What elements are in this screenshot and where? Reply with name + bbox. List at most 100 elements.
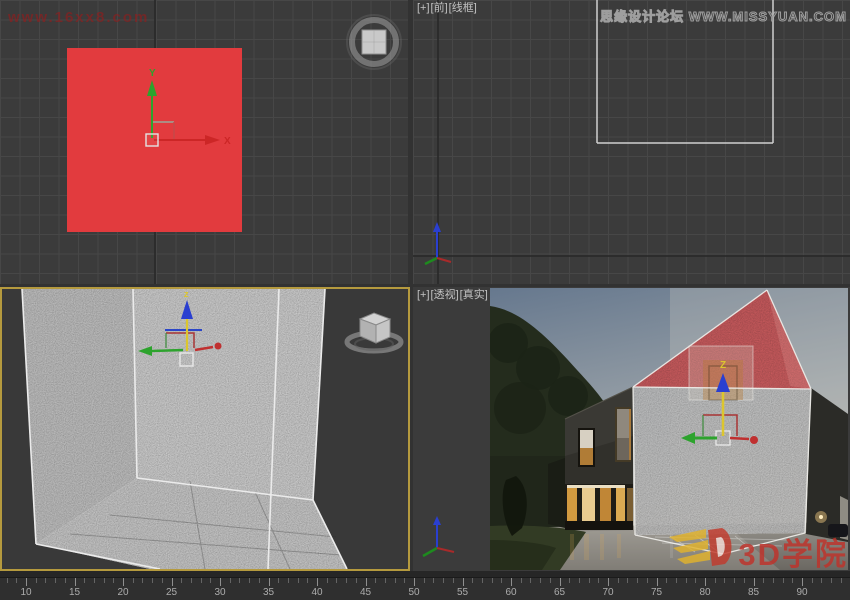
timeline-tick[interactable] — [65, 578, 66, 583]
timeline-tick[interactable] — [773, 578, 774, 583]
timeline-tick[interactable] — [550, 578, 551, 583]
timeline-tick[interactable] — [657, 578, 658, 586]
timeline-tick[interactable] — [94, 578, 95, 583]
x-axis-arrowhead[interactable] — [205, 135, 220, 145]
viewport-splitter-horizontal[interactable] — [0, 284, 850, 287]
timeline-tick[interactable] — [734, 578, 735, 583]
timeline-tick[interactable] — [239, 578, 240, 583]
timeline-tick[interactable] — [278, 578, 279, 583]
timeline-tick[interactable] — [744, 578, 745, 583]
timeline-tick[interactable] — [705, 578, 706, 586]
timeline-tick[interactable] — [104, 578, 105, 583]
timeline-tick[interactable] — [715, 578, 716, 583]
timeline-ruler[interactable]: 1015202530354045505560657075808590 — [0, 577, 850, 600]
timeline-tick[interactable] — [220, 578, 221, 586]
timeline-tick[interactable] — [191, 578, 192, 583]
timeline-tick[interactable] — [763, 578, 764, 583]
viewport-view-button[interactable]: [透视] — [431, 289, 459, 301]
timeline-tick[interactable] — [259, 578, 260, 583]
timeline-tick[interactable] — [482, 578, 483, 583]
timeline-tick[interactable] — [123, 578, 124, 586]
viewport-view-button[interactable]: [前] — [431, 2, 448, 14]
timeline-tick[interactable] — [133, 578, 134, 583]
timeline-tick[interactable] — [637, 578, 638, 583]
timeline-tick[interactable] — [55, 578, 56, 583]
viewport-menu-button[interactable]: [+] — [417, 2, 430, 14]
timeline-tick[interactable] — [666, 578, 667, 583]
timeline-tick[interactable] — [298, 578, 299, 583]
y-axis-shaft[interactable] — [730, 438, 749, 439]
timeline-tick[interactable] — [443, 578, 444, 583]
timeline-tick[interactable] — [589, 578, 590, 583]
timeline-tick[interactable] — [36, 578, 37, 583]
timeline-tick[interactable] — [841, 578, 842, 583]
timeline-tick[interactable] — [375, 578, 376, 583]
timeline-tick[interactable] — [724, 578, 725, 583]
timeline-tick[interactable] — [831, 578, 832, 583]
viewport-splitter-vertical-top[interactable] — [408, 0, 413, 284]
timeline-tick[interactable] — [569, 578, 570, 583]
timeline-tick[interactable] — [608, 578, 609, 586]
timeline-tick[interactable] — [317, 578, 318, 586]
timeline-tick[interactable] — [472, 578, 473, 583]
move-gizmo-top-view[interactable]: Y X — [146, 68, 231, 147]
timeline-tick[interactable] — [453, 578, 454, 583]
timeline-tick[interactable] — [395, 578, 396, 583]
timeline-tick[interactable] — [366, 578, 367, 586]
timeline-tick[interactable] — [249, 578, 250, 583]
timeline-tick[interactable] — [26, 578, 27, 586]
viewport-splitter-vertical-bottom[interactable] — [410, 287, 413, 571]
timeline-tick[interactable] — [812, 578, 813, 583]
timeline-tick[interactable] — [463, 578, 464, 586]
timeline-tick[interactable] — [695, 578, 696, 583]
pivot-square[interactable] — [146, 134, 158, 146]
timeline-tick[interactable] — [424, 578, 425, 583]
viewport-camera-view[interactable]: [+][透视][真实] — [413, 287, 850, 571]
timeline-tick[interactable] — [75, 578, 76, 586]
timeline-tick[interactable] — [530, 578, 531, 583]
timeline-tick[interactable] — [230, 578, 231, 583]
timeline-tick[interactable] — [492, 578, 493, 583]
timeline-tick[interactable] — [356, 578, 357, 583]
timeline-tick[interactable] — [181, 578, 182, 583]
timeline-tick[interactable] — [336, 578, 337, 583]
timeline-tick[interactable] — [540, 578, 541, 583]
viewport-shading-button[interactable]: [真实] — [460, 289, 488, 301]
timeline-tick[interactable] — [579, 578, 580, 583]
timeline-tick[interactable] — [327, 578, 328, 583]
timeline-tick[interactable] — [598, 578, 599, 583]
timeline-tick[interactable] — [346, 578, 347, 583]
timeline-tick[interactable] — [288, 578, 289, 583]
timeline-tick[interactable] — [433, 578, 434, 583]
viewport-menu-button[interactable]: [+] — [417, 289, 430, 301]
y-axis-end-dot[interactable] — [215, 343, 222, 350]
timeline-tick[interactable] — [560, 578, 561, 586]
timeline-tick[interactable] — [754, 578, 755, 586]
timeline-tick[interactable] — [45, 578, 46, 583]
box-back-wall[interactable] — [133, 289, 325, 500]
timeline-tick[interactable] — [162, 578, 163, 583]
y-axis-arrowhead[interactable] — [147, 80, 157, 96]
timeline-tick[interactable] — [521, 578, 522, 583]
timeline-tick[interactable] — [172, 578, 173, 586]
timeline-tick[interactable] — [511, 578, 512, 586]
timeline-tick[interactable] — [307, 578, 308, 583]
x-axis-shaft[interactable] — [152, 350, 183, 351]
timeline-tick[interactable] — [16, 578, 17, 583]
viewcube-perspective[interactable] — [347, 313, 401, 351]
timeline-tick[interactable] — [676, 578, 677, 583]
timeline-tick[interactable] — [7, 578, 8, 583]
timeline-tick[interactable] — [686, 578, 687, 583]
y-axis-end-dot[interactable] — [750, 436, 758, 444]
viewcube-top[interactable] — [347, 15, 401, 69]
timeline-tick[interactable] — [618, 578, 619, 583]
viewport-perspective-active[interactable]: z — [0, 287, 410, 571]
timeline-tick[interactable] — [84, 578, 85, 583]
timeline-tick[interactable] — [501, 578, 502, 583]
viewport-top-view[interactable]: www.16xx8.com Y X — [0, 0, 408, 284]
viewport-front-view[interactable]: [+][前][线框] 思缘设计论坛 WWW.MISSYUAN.COM — [413, 0, 850, 284]
timeline-tick[interactable] — [385, 578, 386, 583]
timeline-tick[interactable] — [647, 578, 648, 583]
timeline-tick[interactable] — [113, 578, 114, 583]
timeline-tick[interactable] — [210, 578, 211, 583]
